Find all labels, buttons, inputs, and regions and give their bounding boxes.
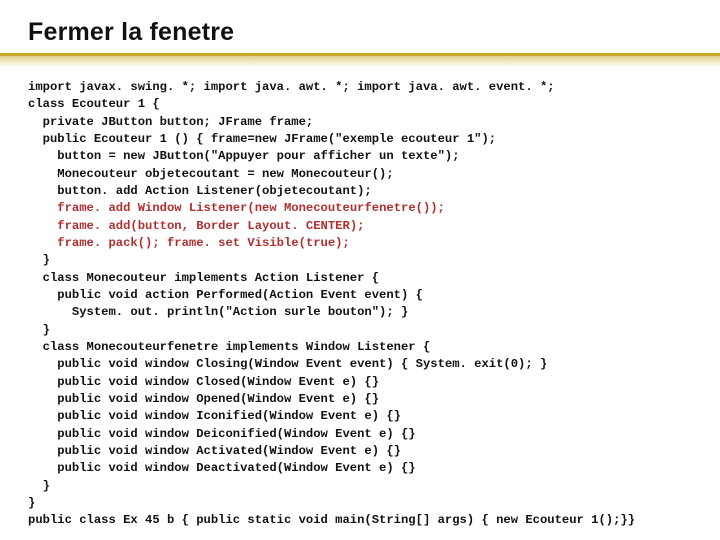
code-line-indent (28, 201, 57, 215)
slide: Fermer la fenetre import javax. swing. *… (0, 0, 720, 540)
code-line: class Monecouteurfenetre implements Wind… (28, 340, 430, 354)
code-line: } (28, 496, 35, 510)
code-line: import javax. swing. *; import java. awt… (28, 80, 555, 94)
title-underline (28, 53, 692, 67)
code-line: button = new JButton("Appuyer pour affic… (28, 149, 460, 163)
code-line: } (28, 479, 50, 493)
code-line: } (28, 253, 50, 267)
code-line: } (28, 323, 50, 337)
code-line: class Ecouteur 1 { (28, 97, 160, 111)
code-line: button. add Action Listener(objetecoutan… (28, 184, 372, 198)
code-line-indent (28, 236, 57, 250)
code-line: public void window Iconified(Window Even… (28, 409, 401, 423)
code-line: private JButton button; JFrame frame; (28, 115, 313, 129)
code-line: class Monecouteur implements Action List… (28, 271, 379, 285)
code-line-frame: frame. add(button, Border Layout. CENTER… (57, 219, 364, 233)
code-line-frame: frame. pack(); frame. set Visible(true); (57, 236, 350, 250)
code-line: Monecouteur objetecoutant = new Monecout… (28, 167, 394, 181)
code-line: public void window Closing(Window Event … (28, 357, 547, 371)
code-line: public void window Activated(Window Even… (28, 444, 401, 458)
code-line: System. out. println("Action surle bouto… (28, 305, 408, 319)
code-line: public void window Deactivated(Window Ev… (28, 461, 416, 475)
slide-title: Fermer la fenetre (28, 18, 692, 47)
code-line: public void window Opened(Window Event e… (28, 392, 379, 406)
code-line: public void window Deiconified(Window Ev… (28, 427, 416, 441)
code-line: public void window Closed(Window Event e… (28, 375, 379, 389)
code-line: public Ecouteur 1 () { frame=new JFrame(… (28, 132, 496, 146)
code-line-frame: frame. add Window Listener(new Monecoute… (57, 201, 445, 215)
code-block: import javax. swing. *; import java. awt… (28, 79, 692, 530)
code-line-indent (28, 219, 57, 233)
code-line: public class Ex 45 b { public static voi… (28, 513, 635, 527)
code-line: public void action Performed(Action Even… (28, 288, 423, 302)
